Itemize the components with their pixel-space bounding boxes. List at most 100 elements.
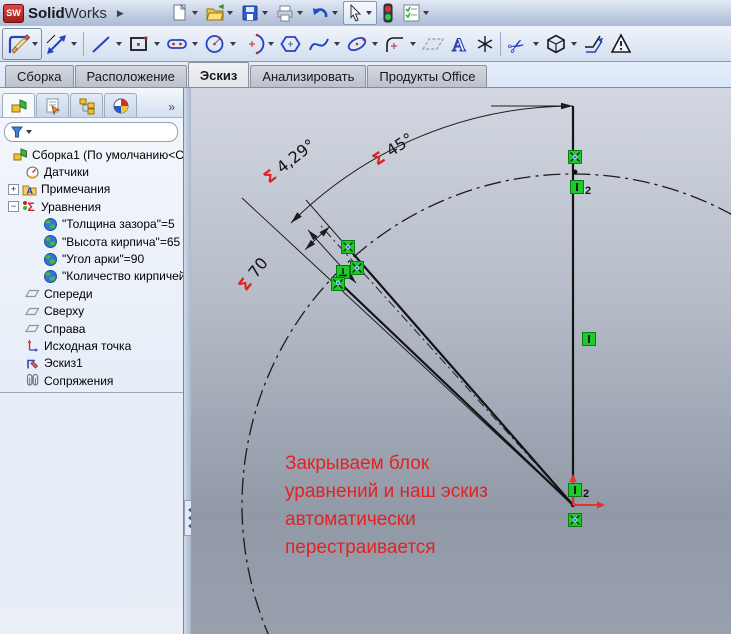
line-tool-button[interactable] (87, 29, 125, 59)
tree-item-equation-brick-height[interactable]: "Высота кирпича"=65 (0, 233, 183, 250)
dimension-arrow (320, 227, 330, 237)
rectangle-tool-button[interactable] (125, 29, 163, 59)
line-dropdown-caret[interactable] (116, 42, 122, 46)
sketch-dropdown-caret[interactable] (32, 42, 38, 46)
configurationmanager-tab[interactable] (70, 93, 103, 117)
rectangle-dropdown-caret[interactable] (154, 42, 160, 46)
circle-dropdown-caret[interactable] (230, 42, 236, 46)
tree-item-sensors[interactable]: Датчики (0, 163, 183, 180)
spline-dropdown-caret[interactable] (334, 42, 340, 46)
new-dropdown-caret[interactable] (192, 11, 198, 15)
design-checker-dropdown-caret[interactable] (423, 11, 429, 15)
tree-item-assembly-root[interactable]: Сборка1 (По умолчанию<Сс (0, 146, 183, 163)
displaymanager-tab[interactable] (104, 93, 137, 117)
featuremanager-tree-tab[interactable] (2, 93, 35, 117)
circle-tool-button[interactable] (201, 29, 239, 59)
main-toolbar (168, 1, 433, 25)
tab-office-products[interactable]: Продукты Office (367, 65, 487, 87)
slot-tool-button[interactable] (163, 29, 201, 59)
fillet-tool-button[interactable] (381, 29, 419, 59)
text-icon: A (448, 31, 472, 57)
spline-tool-button[interactable] (305, 29, 343, 59)
tree-filter-input[interactable] (4, 122, 178, 142)
sketch-tool-button[interactable] (2, 28, 42, 60)
smart-dimension-button[interactable] (42, 29, 80, 59)
relation-coincident-badge[interactable] (569, 151, 582, 164)
tree-item-sketch1[interactable]: Эскиз1 (0, 355, 183, 372)
tree-item-top-plane[interactable]: Сверху (0, 303, 183, 320)
undo-button[interactable] (308, 2, 342, 24)
tab-sketch[interactable]: Эскиз (188, 62, 249, 87)
ellipse-dropdown-caret[interactable] (372, 42, 378, 46)
notification-flag-button[interactable] (608, 29, 634, 59)
tree-item-equations[interactable]: − Σ Уравнения (0, 198, 183, 215)
tree-item-front-plane[interactable]: Спереди (0, 285, 183, 302)
open-dropdown-caret[interactable] (227, 11, 233, 15)
open-document-button[interactable] (203, 2, 237, 24)
print-button[interactable] (273, 2, 307, 24)
tree-item-equation-gap[interactable]: "Толщина зазора"=5 (0, 216, 183, 233)
trim-dropdown-caret[interactable] (533, 42, 539, 46)
toolbar-separator (500, 32, 501, 56)
tree-item-label: "Количество кирпичей" (62, 269, 183, 283)
relation-vertical-badge[interactable] (571, 181, 584, 194)
relation-coincident-badge[interactable] (332, 278, 345, 291)
panel-overflow-chevron[interactable]: » (168, 100, 181, 117)
view-settings-button[interactable] (378, 2, 398, 24)
expand-plus-box[interactable]: + (8, 184, 19, 195)
slot-dropdown-caret[interactable] (192, 42, 198, 46)
line-icon (88, 31, 114, 57)
relation-vertical-badge[interactable] (569, 484, 582, 497)
dimension-label-4-29[interactable]: Σ 4,29° (260, 135, 319, 187)
menu-flyout-arrow-icon[interactable]: ▶ (117, 8, 124, 19)
tree-item-right-plane[interactable]: Справа (0, 320, 183, 337)
tree-item-equation-brick-count[interactable]: "Количество кирпичей" (0, 268, 183, 285)
circle-icon (202, 31, 228, 57)
text-tool-button[interactable]: A (447, 29, 473, 59)
tree-item-annotations[interactable]: + A Примечания (0, 181, 183, 198)
plane-tool-button[interactable] (419, 29, 447, 59)
construction-circle[interactable] (242, 174, 731, 634)
save-button[interactable] (238, 2, 272, 24)
tab-layout[interactable]: Расположение (75, 65, 187, 87)
filter-dropdown-caret[interactable] (26, 130, 32, 134)
design-checker-button[interactable] (399, 2, 433, 24)
trim-tool-button[interactable]: ✂ (504, 29, 542, 59)
sketch-point[interactable] (573, 170, 578, 175)
tree-item-origin[interactable]: Исходная точка (0, 337, 183, 354)
print-dropdown-caret[interactable] (297, 11, 303, 15)
tree-item-mates[interactable]: Сопряжения (0, 372, 183, 389)
panel-splitter[interactable] (184, 88, 191, 634)
select-dropdown-caret[interactable] (366, 11, 372, 15)
undo-dropdown-caret[interactable] (332, 11, 338, 15)
save-dropdown-caret[interactable] (262, 11, 268, 15)
offset-entities-button[interactable] (580, 29, 608, 59)
tab-evaluate[interactable]: Анализировать (250, 65, 366, 87)
arc-tool-button[interactable] (239, 29, 277, 59)
point-tool-button[interactable] (473, 29, 497, 59)
dimension-label-70[interactable]: Σ 70 (234, 254, 272, 295)
relation-coincident-badge[interactable] (569, 514, 582, 527)
propertymanager-tab[interactable] (36, 93, 69, 117)
ellipse-tool-button[interactable] (343, 29, 381, 59)
polygon-tool-button[interactable] (277, 29, 305, 59)
expand-minus-box[interactable]: − (8, 201, 19, 212)
relation-perpendicular-badge[interactable] (337, 266, 350, 279)
equations-icon: Σ (22, 199, 37, 214)
tree-item-label: Сверху (44, 304, 84, 318)
tab-assembly[interactable]: Сборка (5, 65, 74, 87)
smart-dimension-dropdown-caret[interactable] (71, 42, 77, 46)
fillet-dropdown-caret[interactable] (410, 42, 416, 46)
relation-vertical-badge[interactable] (583, 333, 596, 346)
arc-dropdown-caret[interactable] (268, 42, 274, 46)
relation-coincident-badge[interactable] (342, 241, 355, 254)
relation-coincident-badge[interactable] (351, 262, 364, 275)
convert-dropdown-caret[interactable] (571, 42, 577, 46)
convert-entities-button[interactable] (542, 29, 580, 59)
select-button[interactable] (343, 1, 377, 25)
equation-globe-icon (43, 252, 58, 267)
tree-item-equation-arc-angle[interactable]: "Угол арки"=90 (0, 250, 183, 267)
new-document-button[interactable] (168, 2, 202, 24)
dimension-label-45[interactable]: Σ 45° (369, 129, 417, 169)
tree-item-label: Примечания (41, 182, 110, 196)
